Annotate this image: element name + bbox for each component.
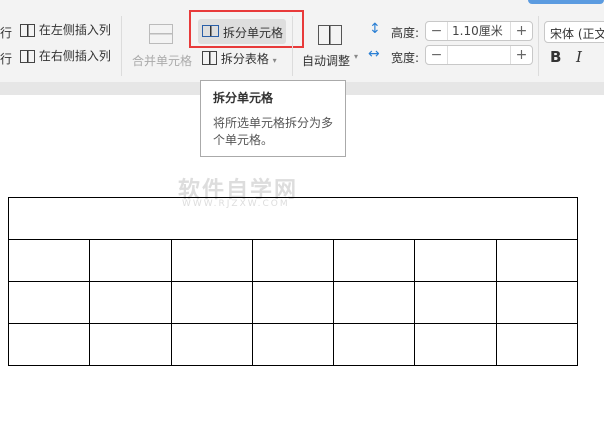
table-cell[interactable] <box>7 281 91 324</box>
table-cell[interactable] <box>495 323 579 366</box>
table-cell[interactable] <box>7 239 91 282</box>
table-cell[interactable] <box>170 239 253 282</box>
tooltip-description: 将所选单元格拆分为多个单元格。 <box>213 116 334 147</box>
table-cell[interactable] <box>333 239 416 282</box>
table-cell-merged[interactable] <box>8 197 578 240</box>
table-cell[interactable] <box>251 239 335 282</box>
decrease-height-button[interactable]: − <box>426 22 448 40</box>
table-cell[interactable] <box>7 323 91 366</box>
table-cell[interactable] <box>333 323 416 366</box>
width-icon: ↔ <box>368 46 380 62</box>
table-row <box>7 323 579 366</box>
insert-row-below-label[interactable]: 行 <box>0 50 12 67</box>
merge-cells-label: 合并单元格 <box>132 54 193 68</box>
table-row <box>7 281 579 324</box>
highlight-box <box>189 10 304 48</box>
insert-col-right-label: 在右侧插入列 <box>38 49 111 63</box>
tooltip-title: 拆分单元格 <box>213 91 274 105</box>
table-cell[interactable] <box>251 281 335 324</box>
split-table-icon <box>202 51 217 65</box>
divider <box>538 16 539 76</box>
font-name-select[interactable]: 宋体 (正文 <box>544 21 604 43</box>
blue-tab-edge <box>528 0 604 4</box>
height-icon: ↕ <box>369 21 381 37</box>
merge-cells-button[interactable]: 合并单元格 <box>132 20 192 70</box>
insert-col-left-label: 在左侧插入列 <box>38 23 111 37</box>
increase-width-button[interactable]: + <box>510 46 532 64</box>
table-row <box>8 197 578 240</box>
table-cell[interactable] <box>414 323 497 366</box>
tooltip: 拆分单元格 将所选单元格拆分为多个单元格。 <box>200 80 346 157</box>
split-table-button[interactable]: 拆分表格 ▾ <box>202 49 277 67</box>
chevron-down-icon: ▾ <box>272 56 277 65</box>
increase-height-button[interactable]: + <box>510 22 532 40</box>
table-cell[interactable] <box>170 281 253 324</box>
table-cell[interactable] <box>89 281 172 324</box>
font-name-value: 宋体 (正文 <box>550 27 604 41</box>
height-input[interactable]: 1.10厘米 <box>448 22 510 40</box>
table-cell[interactable] <box>170 323 253 366</box>
width-label: 宽度: <box>391 51 420 65</box>
insert-col-left-icon <box>20 24 35 37</box>
table-cell[interactable] <box>89 239 172 282</box>
divider <box>121 16 122 76</box>
merge-cells-icon <box>149 24 173 44</box>
bold-button[interactable]: B <box>550 48 561 66</box>
decrease-width-button[interactable]: − <box>426 46 448 64</box>
height-stepper[interactable]: − 1.10厘米 + <box>425 21 533 41</box>
insert-row-above-label[interactable]: 行 <box>0 24 12 41</box>
table-cell[interactable] <box>251 323 335 366</box>
auto-fit-icon <box>318 25 342 45</box>
height-label: 高度: <box>391 26 420 40</box>
insert-col-left-button[interactable]: 在左侧插入列 <box>20 21 111 38</box>
table-cell[interactable] <box>414 281 497 324</box>
insert-col-right-icon <box>20 50 35 63</box>
table-cell[interactable] <box>333 281 416 324</box>
insert-col-right-button[interactable]: 在右侧插入列 <box>20 47 111 64</box>
italic-button[interactable]: I <box>576 48 582 66</box>
table-cell[interactable] <box>89 323 172 366</box>
table-cell[interactable] <box>495 281 579 324</box>
divider <box>292 16 293 76</box>
auto-fit-button[interactable]: 自动调整 ▾ <box>302 20 360 70</box>
chevron-down-icon: ▾ <box>354 52 359 61</box>
table-row <box>7 239 579 282</box>
split-table-label: 拆分表格 <box>220 52 269 66</box>
auto-fit-label: 自动调整 <box>302 54 351 68</box>
document-table <box>7 197 579 366</box>
table-cell[interactable] <box>495 239 579 282</box>
width-stepper[interactable]: − + <box>425 45 533 65</box>
table-cell[interactable] <box>414 239 497 282</box>
